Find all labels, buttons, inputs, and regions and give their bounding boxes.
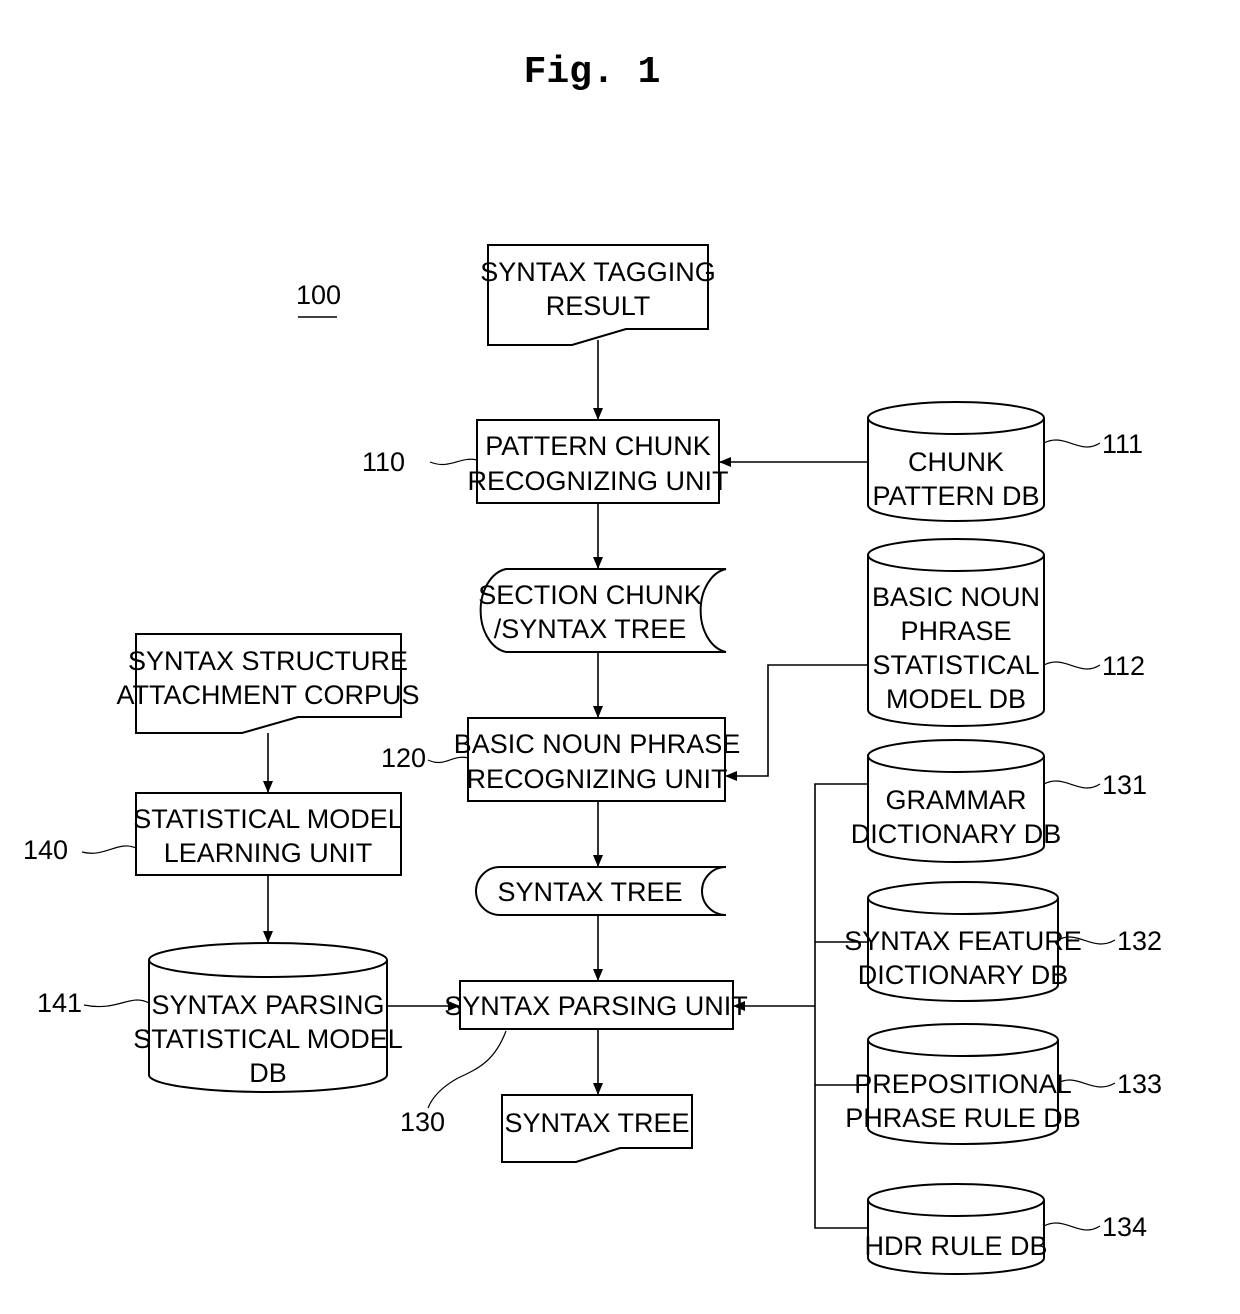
node-label-line: SYNTAX TREE <box>497 877 682 907</box>
node-label-line: MODEL DB <box>886 684 1026 714</box>
node-label-line: SYNTAX TAGGING <box>480 257 716 287</box>
node-label-line: DICTIONARY DB <box>851 819 1062 849</box>
node-label-line: SECTION CHUNK <box>478 580 702 610</box>
ref-label-131: 131 <box>1102 770 1147 800</box>
node-label-line: SYNTAX TREE <box>504 1108 689 1138</box>
cylinder-top <box>867 881 1059 915</box>
ref-leader <box>1043 780 1101 789</box>
ref-leader <box>81 845 137 854</box>
node-label-line: BASIC NOUN <box>872 582 1040 612</box>
cylinder-top <box>867 401 1045 435</box>
node-label-line: PHRASE <box>900 616 1011 646</box>
node-label-line: DB <box>249 1058 287 1088</box>
ref-leader <box>1043 661 1101 670</box>
node-label-line: SYNTAX PARSING <box>151 990 384 1020</box>
ref-label-133: 133 <box>1117 1069 1162 1099</box>
node-label-line: SYNTAX PARSING UNIT <box>444 991 748 1021</box>
node-label-line: /SYNTAX TREE <box>494 614 687 644</box>
figure-title: Fig. 1 <box>524 51 661 94</box>
node-label-line: RECOGNIZING UNIT <box>468 466 729 496</box>
ref-label-110: 110 <box>362 447 405 477</box>
ref-leader <box>83 999 150 1008</box>
node-syntax-tree-output: SYNTAX TREE <box>501 1094 693 1163</box>
node-syntax-tree-mid: SYNTAX TREE <box>475 866 727 916</box>
node-label-line: STATISTICAL MODEL <box>133 804 403 834</box>
cylinder-top <box>867 1023 1059 1057</box>
node-parsing-stat-db: SYNTAX PARSING STATISTICAL MODEL DB 141 <box>37 942 403 1093</box>
node-prep-phrase-db: PREPOSITIONAL PHRASE RULE DB 133 <box>845 1023 1162 1145</box>
node-hdr-rule-db: HDR RULE DB 134 <box>864 1183 1147 1275</box>
node-attachment-corpus: SYNTAX STRUCTURE ATTACHMENT CORPUS <box>116 633 420 734</box>
cylinder-top <box>867 1183 1045 1217</box>
block-diagram: Fig. 1 100 SYNTAX TAGGING RESULT PATTERN… <box>23 51 1162 1275</box>
node-label-line: CHUNK <box>908 447 1004 477</box>
ref-leader <box>1043 1222 1101 1231</box>
node-grammar-dict-db: GRAMMAR DICTIONARY DB 131 <box>851 739 1147 863</box>
node-label-line: LEARNING UNIT <box>164 838 373 868</box>
node-label-line: PHRASE RULE DB <box>845 1103 1081 1133</box>
node-label-line: SYNTAX STRUCTURE <box>128 646 408 676</box>
ref-label-134: 134 <box>1102 1212 1147 1242</box>
node-pattern-chunk-unit: PATTERN CHUNK RECOGNIZING UNIT 110 <box>362 419 729 504</box>
node-label-line: BASIC NOUN PHRASE <box>454 729 741 759</box>
node-label-line: PATTERN CHUNK <box>485 431 711 461</box>
node-label-line: DICTIONARY DB <box>858 960 1069 990</box>
ref-label-112: 112 <box>1102 651 1145 681</box>
node-section-chunk-tree: SECTION CHUNK /SYNTAX TREE <box>478 568 727 653</box>
cylinder-top <box>867 538 1045 572</box>
ref-label-111: 111 <box>1102 429 1143 459</box>
db-bus-line <box>814 783 868 1229</box>
cylinder-top <box>867 739 1045 773</box>
node-chunk-pattern-db: CHUNK PATTERN DB 111 <box>867 401 1143 522</box>
ref-leader <box>1043 439 1101 448</box>
node-stat-learning-unit: STATISTICAL MODEL LEARNING UNIT 140 <box>23 792 403 876</box>
node-label-line: PATTERN DB <box>872 481 1039 511</box>
node-label-line: STATISTICAL <box>872 650 1039 680</box>
ref-leader <box>427 1030 507 1109</box>
node-label-line: HDR RULE DB <box>864 1231 1047 1261</box>
ref-label-141: 141 <box>37 988 82 1018</box>
node-label-line: ATTACHMENT CORPUS <box>116 680 419 710</box>
node-label-line: PREPOSITIONAL <box>854 1069 1072 1099</box>
node-syntax-tagging-result: SYNTAX TAGGING RESULT <box>480 244 716 346</box>
ref-label-140: 140 <box>23 835 68 865</box>
ref-label-120: 120 <box>381 743 426 773</box>
node-basic-np-unit: BASIC NOUN PHRASE RECOGNIZING UNIT 120 <box>381 717 741 802</box>
node-label-line: RESULT <box>546 291 651 321</box>
ref-leader <box>429 458 478 466</box>
cylinder-top <box>148 942 388 978</box>
system-ref-label: 100 <box>296 280 341 310</box>
arrow-npdb-to-basicnp <box>725 664 868 781</box>
node-basic-np-stat-db: BASIC NOUN PHRASE STATISTICAL MODEL DB 1… <box>867 538 1145 727</box>
node-syntax-feature-db: SYNTAX FEATURE DICTIONARY DB 132 <box>844 881 1162 1002</box>
ref-label-132: 132 <box>1117 926 1162 956</box>
node-label-line: RECOGNIZING UNIT <box>467 764 728 794</box>
node-label-line: SYNTAX FEATURE <box>844 926 1082 956</box>
node-label-line: STATISTICAL MODEL <box>133 1024 403 1054</box>
node-label-line: GRAMMAR <box>886 785 1027 815</box>
ref-label-130: 130 <box>400 1107 445 1137</box>
